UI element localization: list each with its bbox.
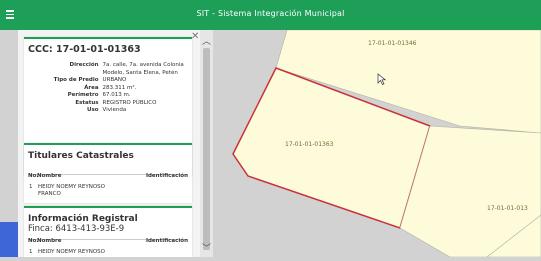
top-bar: SIT - Sistema Integración Municipal — [0, 0, 541, 30]
row-number: 1 — [29, 249, 33, 255]
col-identificacion: Identificación — [145, 238, 188, 244]
titulares-heading: Titulares Catastrales — [28, 151, 134, 161]
scrollbar-thumb[interactable] — [203, 48, 210, 250]
titulares-table-header: No. Nombre Identificación — [28, 173, 188, 179]
app-title: SIT - Sistema Integración Municipal — [196, 9, 345, 18]
parcel-label-2: 17-01-01-01363 — [285, 141, 334, 148]
detail-label: Dirección — [69, 62, 99, 68]
detail-value: 283.311 m². — [102, 84, 137, 91]
registral-heading: Información Registral — [28, 214, 138, 224]
info-panel: CCC: 17-01-01-01363 Dirección 7a. calle, … — [18, 30, 200, 257]
detail-row: Área 283.311 m². — [28, 85, 190, 93]
blue-corner-widget — [0, 222, 18, 257]
parcel-label-3: 17-01-01-013 — [487, 205, 528, 212]
col-identificacion: Identificación — [145, 173, 188, 179]
detail-value: Vivienda — [102, 107, 127, 113]
finca-number: Finca: 6413-413-93E-9 — [28, 224, 125, 234]
registral-table-header: No. Nombre Identificación — [28, 238, 188, 244]
detail-value: 67.013 m. — [102, 92, 131, 98]
detail-row: Tipo de Predio URBANO — [28, 77, 190, 85]
chevron-down-icon[interactable]: ﹀ — [201, 244, 212, 254]
registral-card: Información Registral Finca: 6413-413-93… — [24, 206, 192, 257]
col-nombre: Nombre — [37, 238, 62, 244]
detail-row: Uso Vivienda — [28, 107, 190, 115]
ccc-heading: CCC: 17-01-01-01363 — [28, 44, 141, 55]
row-number: 1 — [29, 184, 33, 190]
detail-value: 7a. calle, 7a. avenida Colonia Modelo, S… — [102, 62, 184, 76]
detail-label: Tipo de Predio — [53, 77, 99, 83]
close-icon[interactable]: ✕ — [191, 32, 199, 42]
detail-value: URBANO — [102, 77, 127, 83]
detail-value: REGISTRO PÚBLICO — [102, 99, 157, 106]
parcel-details: Dirección 7a. calle, 7a. avenida Colonia … — [28, 62, 190, 115]
detail-label: Perímetro — [67, 92, 99, 98]
chevron-up-icon[interactable]: ︿ — [201, 37, 212, 47]
titulares-card: Titulares Catastrales No. Nombre Identif… — [24, 143, 192, 203]
row-nombre: HEIDY NOEMY REYNOSO FRANCO — [38, 184, 105, 197]
detail-row: Dirección 7a. calle, 7a. avenida Colonia … — [28, 62, 190, 77]
panel-scrollbar[interactable]: ︿ ﹀ — [200, 30, 213, 257]
col-nombre: Nombre — [37, 173, 62, 179]
detail-row: Perímetro 67.013 m. — [28, 92, 190, 100]
detail-label: Estatus — [75, 99, 99, 106]
parcel-label-1: 17-01-01-01346 — [368, 40, 417, 47]
detail-label: Uso — [87, 107, 99, 113]
detail-label: Área — [84, 84, 99, 91]
detail-row: Estatus REGISTRO PÚBLICO — [28, 100, 190, 108]
row-nombre: HEIDY NOEMY REYNOSO — [38, 249, 105, 255]
